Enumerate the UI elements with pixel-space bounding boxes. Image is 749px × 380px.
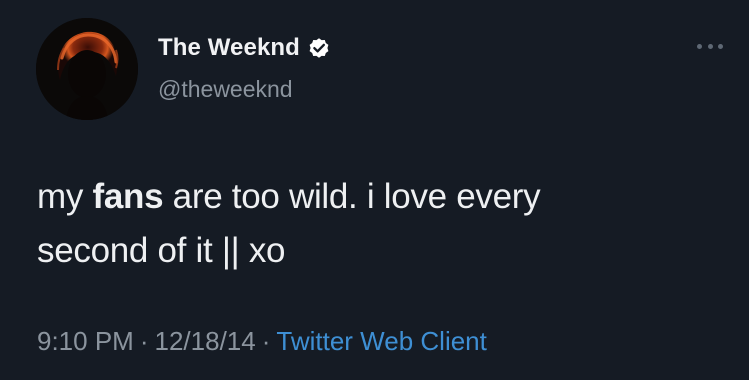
tweet-text: my fans are too wild. i love every secon… xyxy=(37,170,717,278)
user-display-name-text: The Weeknd xyxy=(158,34,300,61)
tweet-time[interactable]: 9:10 PM xyxy=(37,326,134,356)
user-display-name[interactable]: The Weeknd xyxy=(158,34,331,62)
tweet-text-line1-rest: are too wild. i love every xyxy=(163,177,541,216)
meta-separator: · xyxy=(139,326,149,356)
avatar[interactable] xyxy=(36,18,138,120)
dot xyxy=(697,43,702,49)
more-options-icon[interactable] xyxy=(697,40,723,52)
dot xyxy=(718,43,723,49)
tweet-date[interactable]: 12/18/14 xyxy=(155,326,256,356)
meta-separator: · xyxy=(261,326,271,356)
user-handle[interactable]: @theweeknd xyxy=(158,76,293,103)
avatar-image xyxy=(36,18,138,120)
tweet-client-link[interactable]: Twitter Web Client xyxy=(276,326,486,356)
tweet-text-line2: second of it || xo xyxy=(37,231,286,270)
tweet-text-prefix: my xyxy=(37,177,93,216)
verified-badge-icon xyxy=(307,36,331,60)
tweet-card: The Weeknd @theweeknd my fans are too wi… xyxy=(0,0,749,380)
dot xyxy=(707,43,713,49)
tweet-meta: 9:10 PM · 12/18/14 · Twitter Web Client xyxy=(37,326,487,357)
tweet-text-bold: fans xyxy=(92,177,164,216)
